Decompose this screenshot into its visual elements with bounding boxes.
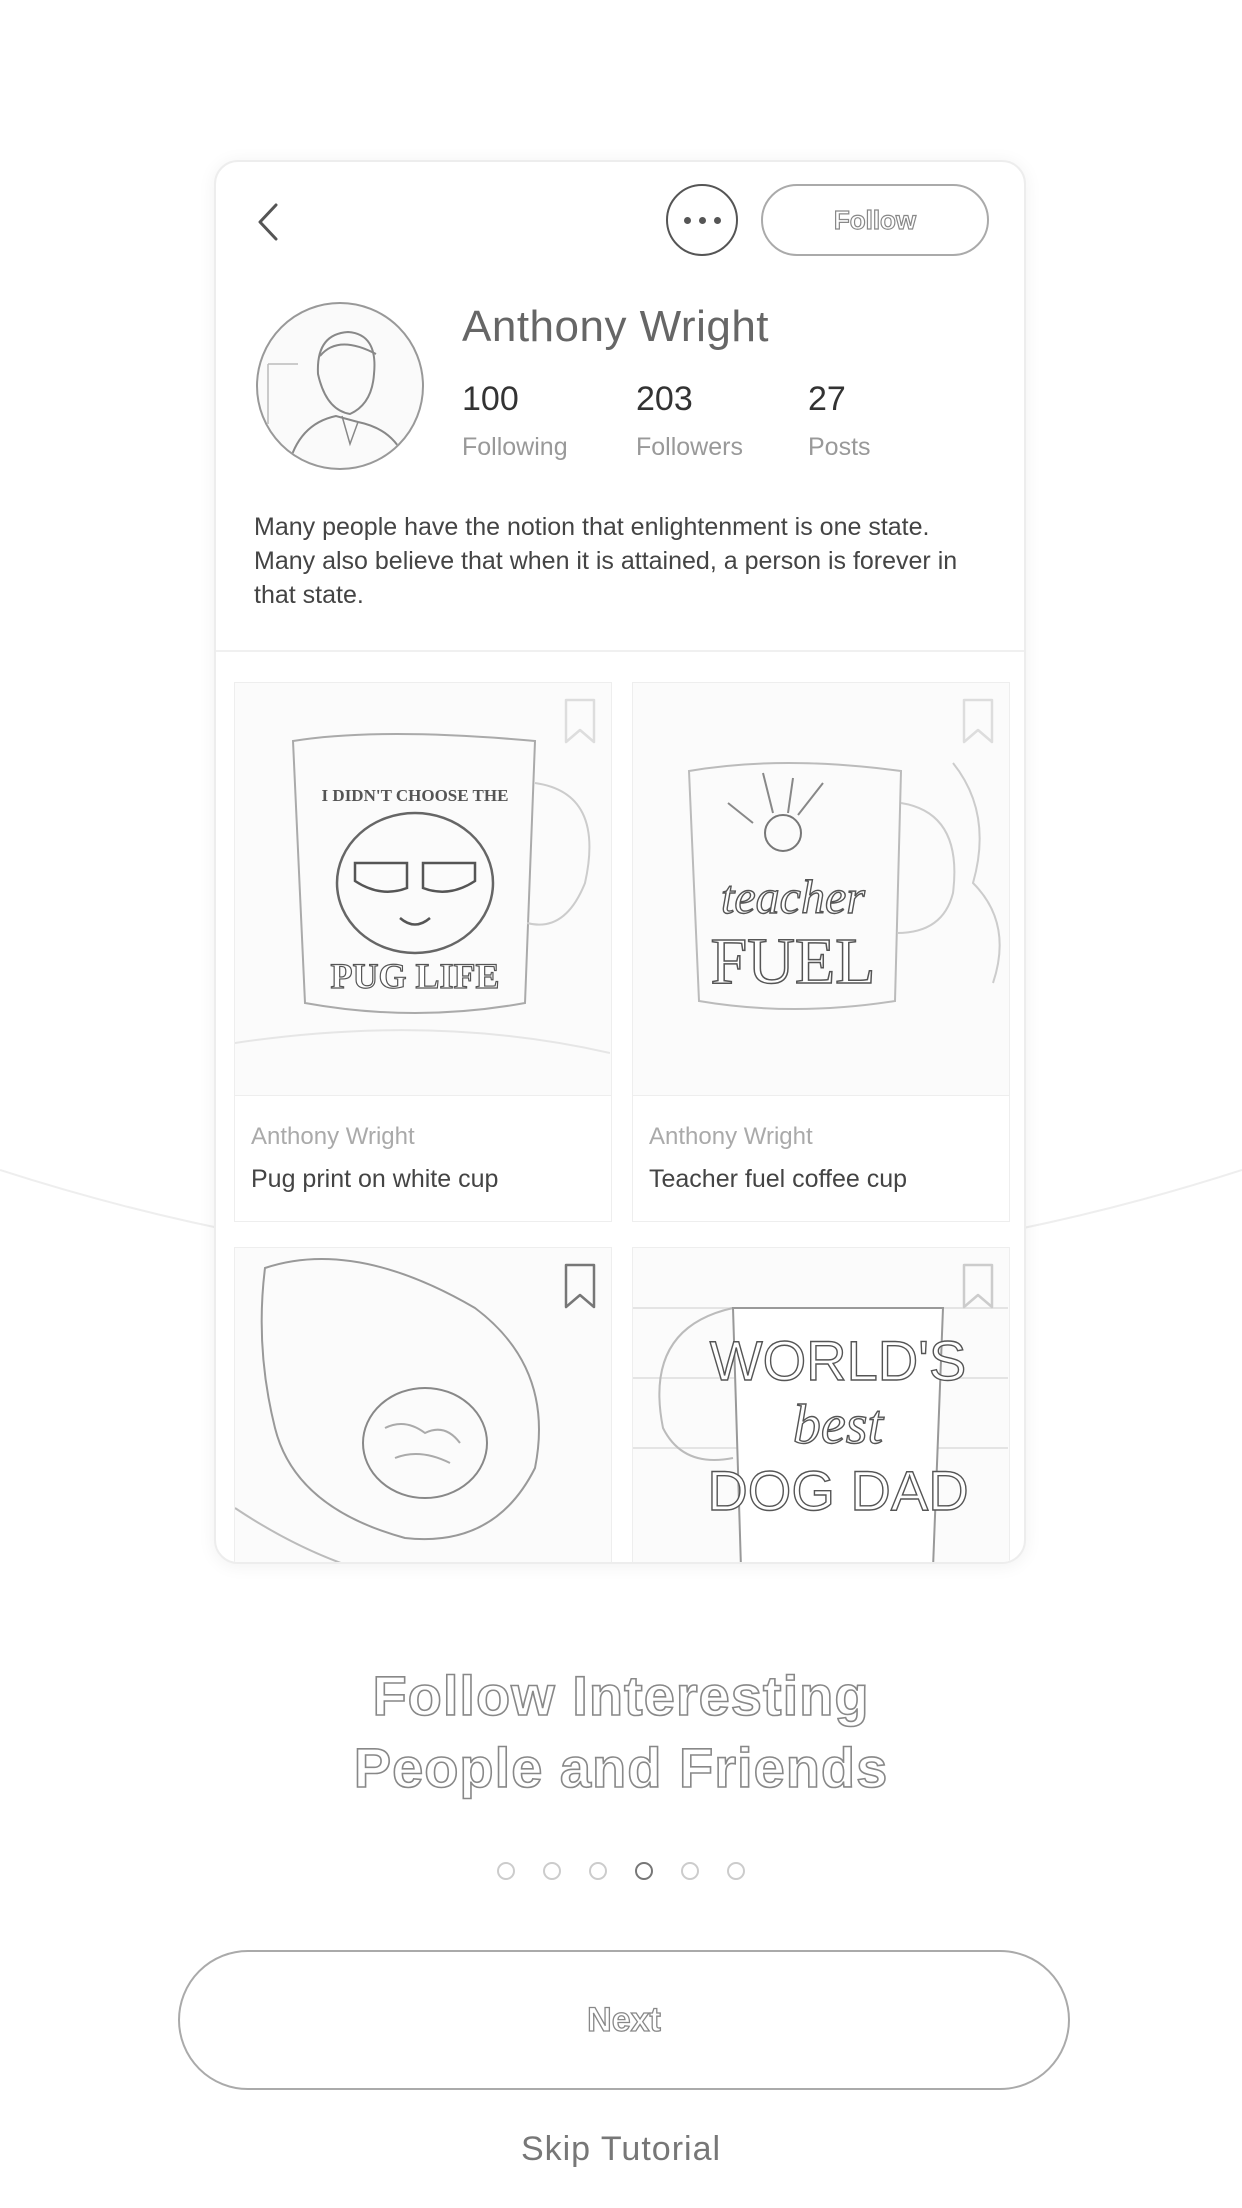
onboarding-headline: Follow Interesting People and Friends xyxy=(0,1660,1242,1804)
back-button[interactable] xyxy=(246,196,290,248)
stat-value: 100 xyxy=(462,380,519,418)
divider xyxy=(216,650,1024,652)
page-dot-active[interactable] xyxy=(635,1862,653,1880)
profile-name: Anthony Wright xyxy=(462,302,770,351)
mug-text-top: WORLD'S xyxy=(710,1329,966,1392)
profile-preview-card: Follow Anthony Wright 100 Following 203 … xyxy=(214,160,1026,1564)
food-image xyxy=(235,1258,540,1562)
teacher-mug-image: teacher FUEL xyxy=(687,762,1001,1010)
headline-line-2: People and Friends xyxy=(353,1735,889,1800)
more-icon-dot xyxy=(698,216,706,224)
post-card[interactable]: teacher FUEL Anthony Wright Teacher fuel… xyxy=(632,682,1010,1222)
stat-followers[interactable]: 203 Followers xyxy=(636,380,743,462)
mug-text-bottom: DOG DAD xyxy=(707,1459,968,1522)
stat-value: 27 xyxy=(808,380,846,418)
profile-bio: Many people have the notion that enlight… xyxy=(254,513,958,609)
post-title: Teacher fuel coffee cup xyxy=(649,1165,908,1193)
mug-text-mid: best xyxy=(793,1394,885,1456)
stat-posts[interactable]: 27 Posts xyxy=(808,380,871,462)
mug-text-top: I DIDN'T CHOOSE THE xyxy=(322,786,509,805)
follow-button[interactable]: Follow xyxy=(761,184,989,256)
stat-following[interactable]: 100 Following xyxy=(462,380,568,462)
bookmark-icon[interactable] xyxy=(563,697,597,745)
mug-text-top: teacher xyxy=(721,871,865,924)
more-icon xyxy=(683,216,691,224)
mug-text-bottom: FUEL xyxy=(711,925,876,998)
post-card[interactable]: I DIDN'T CHOOSE THE PUG LIFE Anthony Wri… xyxy=(234,682,612,1222)
stat-value: 203 xyxy=(636,380,693,418)
post-image xyxy=(235,1248,611,1562)
post-card[interactable]: WORLD'S best DOG DAD xyxy=(632,1247,1010,1562)
bookmark-icon[interactable] xyxy=(961,1262,995,1310)
post-card[interactable] xyxy=(234,1247,612,1562)
page-dot[interactable] xyxy=(589,1862,607,1880)
more-options-button[interactable] xyxy=(666,184,738,256)
post-image: I DIDN'T CHOOSE THE PUG LIFE xyxy=(235,683,611,1096)
chevron-left-icon xyxy=(258,203,278,241)
pug-mug-image: I DIDN'T CHOOSE THE PUG LIFE xyxy=(235,733,611,1054)
bookmark-icon[interactable] xyxy=(961,697,995,745)
post-title: Pug print on white cup xyxy=(251,1165,499,1193)
page-indicator xyxy=(0,1862,1242,1880)
user-photo xyxy=(267,330,409,468)
dog-dad-mug-image: WORLD'S best DOG DAD xyxy=(633,1307,1008,1562)
next-button[interactable]: Next xyxy=(178,1950,1070,2090)
page-dot[interactable] xyxy=(543,1862,561,1880)
stat-label: Posts xyxy=(808,433,871,461)
post-author: Anthony Wright xyxy=(251,1123,415,1150)
mug-text-bottom: PUG LIFE xyxy=(330,956,499,996)
page-dot[interactable] xyxy=(497,1862,515,1880)
more-icon-dot xyxy=(713,216,721,224)
avatar xyxy=(256,302,424,470)
headline-line-1: Follow Interesting xyxy=(372,1663,870,1728)
stat-label: Following xyxy=(462,433,568,461)
bookmark-icon[interactable] xyxy=(563,1262,597,1310)
skip-tutorial-link[interactable]: Skip Tutorial xyxy=(0,2130,1242,2169)
page-dot[interactable] xyxy=(727,1862,745,1880)
post-image: WORLD'S best DOG DAD xyxy=(633,1248,1009,1562)
page-dot[interactable] xyxy=(681,1862,699,1880)
post-author: Anthony Wright xyxy=(649,1123,813,1150)
post-image: teacher FUEL xyxy=(633,683,1009,1096)
stat-label: Followers xyxy=(636,433,743,461)
